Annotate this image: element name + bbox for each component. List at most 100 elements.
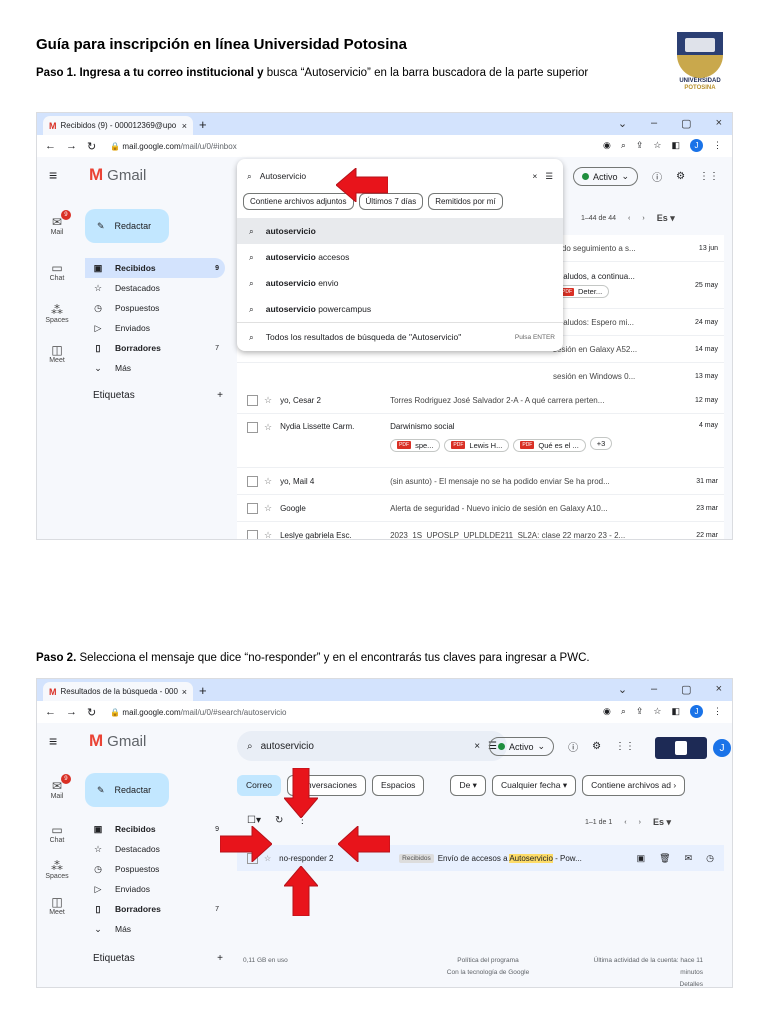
select-all-checkbox-icon[interactable]: ☐▾ (247, 815, 261, 826)
status-button[interactable]: Activo ⌄ (489, 737, 555, 756)
search-suggestion[interactable]: ⌕ autoservicio (237, 218, 563, 244)
maximize-icon[interactable]: ▢ (681, 683, 691, 696)
clear-icon[interactable]: × (474, 741, 480, 752)
archive-icon[interactable]: ▣ (637, 853, 646, 864)
hamburger-icon[interactable]: ≡ (49, 167, 57, 183)
filter-from[interactable]: De ▾ (450, 775, 486, 796)
rail-meet[interactable]: ◫ Meet (39, 343, 75, 364)
row-checkbox[interactable] (247, 502, 258, 514)
gmail-logo[interactable]: M Gmail (89, 731, 146, 751)
nav-starred[interactable]: ☆ Destacados (85, 278, 225, 298)
attachment-chip[interactable]: PDF spe... (390, 438, 441, 452)
all-results-option[interactable]: ⌕ Todos los resultados de búsqueda de "Au… (237, 322, 563, 351)
next-page-icon[interactable]: › (642, 215, 644, 222)
nav-more[interactable]: ⌄ Más (85, 919, 225, 939)
nav-sent[interactable]: ▷ Enviados (85, 879, 225, 899)
prev-page-icon[interactable]: ‹ (624, 819, 626, 826)
inbox-tag[interactable]: Recibidos (399, 853, 434, 863)
menu-dots-icon[interactable]: ⋮ (713, 706, 722, 717)
minimize-icon[interactable]: – (651, 117, 657, 130)
chevron-down-icon[interactable]: ⌄ (618, 683, 627, 696)
prev-page-icon[interactable]: ‹ (628, 215, 630, 222)
minimize-icon[interactable]: – (651, 683, 657, 696)
search-icon[interactable]: ⌕ (247, 741, 253, 752)
eye-icon[interactable]: ◉ (603, 706, 611, 717)
star-icon[interactable]: ☆ (264, 422, 272, 433)
search-input[interactable]: autoservicio (261, 741, 467, 752)
gmail-logo[interactable]: M Gmail (89, 165, 146, 185)
rail-chat[interactable]: ▭ Chat (39, 823, 75, 844)
nav-more[interactable]: ⌄ Más (85, 358, 225, 378)
table-row[interactable]: ☆ yo, Cesar 2 Torres Rodriguez José Salvad… (237, 387, 724, 414)
language-select[interactable]: Es ▾ (657, 213, 675, 224)
star-icon[interactable]: ☆ (264, 476, 272, 487)
table-row[interactable]: ☆ Leslye gabriela Esc. 2023_1S_UPOSLP_UPLD… (237, 522, 724, 540)
search-input[interactable]: Autoservicio (260, 171, 525, 181)
star-icon[interactable]: ☆ (264, 395, 272, 406)
forward-icon[interactable]: → (66, 706, 77, 719)
rail-chat[interactable]: ▭ Chat (39, 261, 75, 282)
mark-read-icon[interactable]: ✉ (685, 853, 693, 864)
close-window-icon[interactable]: × (716, 683, 722, 696)
nav-snoozed[interactable]: ◷ Pospuestos (85, 298, 225, 318)
more-attachments-chip[interactable]: +3 (589, 437, 613, 450)
back-icon[interactable]: ← (45, 706, 56, 719)
menu-dots-icon[interactable]: ⋮ (713, 140, 722, 151)
compose-button[interactable]: ✎ Redactar (85, 209, 169, 243)
policy-link[interactable]: Política del programa (423, 955, 553, 967)
bookmark-star-icon[interactable]: ☆ (653, 140, 661, 151)
university-badge-icon[interactable] (655, 737, 707, 759)
filter-chip[interactable]: Remitidos por mí (428, 193, 503, 210)
search-options-icon[interactable]: ☰ (545, 171, 553, 182)
eye-icon[interactable]: ◉ (603, 140, 611, 151)
help-icon[interactable]: ⓘ (652, 169, 662, 184)
rail-spaces[interactable]: ⁂ Spaces (39, 859, 75, 880)
add-label-icon[interactable]: + (217, 953, 223, 964)
table-row[interactable]: ☆ yo, Mail 4 (sin asunto) - El mensaje no … (237, 468, 724, 495)
search-suggestion[interactable]: ⌕ autoservicio accesos (237, 244, 563, 270)
forward-icon[interactable]: → (66, 140, 77, 153)
nav-drafts[interactable]: ▯ Borradores 7 (85, 338, 225, 358)
attachment-chip[interactable]: PDF Lewis H... (444, 438, 510, 452)
apps-grid-icon[interactable]: ⋮⋮ (615, 741, 635, 752)
nav-inbox[interactable]: ▣ Recibidos 9 (85, 819, 225, 839)
clear-icon[interactable]: × (532, 171, 537, 181)
url-field[interactable]: 🔒 mail.google.com/mail/u/0/#inbox (110, 142, 236, 151)
new-tab-icon[interactable]: + (199, 117, 207, 132)
rail-meet[interactable]: ◫ Meet (39, 895, 75, 916)
search-suggestion[interactable]: ⌕ autoservicio powercampus (237, 296, 563, 322)
language-select[interactable]: Es ▾ (653, 817, 671, 828)
browser-tab[interactable]: M Resultados de la búsqueda - 000 × (43, 682, 193, 701)
add-label-icon[interactable]: + (217, 390, 223, 401)
gear-icon[interactable]: ⚙ (676, 171, 685, 182)
help-icon[interactable]: ⓘ (568, 739, 578, 754)
compose-button[interactable]: ✎ Redactar (85, 773, 169, 807)
bookmark-star-icon[interactable]: ☆ (653, 706, 661, 717)
profile-avatar-icon[interactable]: J (690, 139, 703, 152)
apps-grid-icon[interactable]: ⋮⋮ (699, 171, 719, 182)
nav-snoozed[interactable]: ◷ Pospuestos (85, 859, 225, 879)
back-icon[interactable]: ← (45, 140, 56, 153)
row-checkbox[interactable] (247, 475, 258, 487)
nav-drafts[interactable]: ▯ Borradores 7 (85, 899, 225, 919)
table-row[interactable]: ☆ Google Alerta de seguridad - Nuevo inici… (237, 495, 724, 522)
nav-starred[interactable]: ☆ Destacados (85, 839, 225, 859)
reload-icon[interactable]: ↻ (275, 815, 283, 826)
share-icon[interactable]: ⇪ (636, 140, 644, 151)
row-checkbox[interactable] (247, 529, 258, 539)
filter-attachments[interactable]: Contiene archivos ad › (582, 775, 686, 796)
row-checkbox[interactable] (247, 422, 258, 433)
gear-icon[interactable]: ⚙ (592, 741, 601, 752)
sidepanel-icon[interactable]: ◧ (671, 706, 680, 717)
row-checkbox[interactable] (247, 394, 258, 406)
reload-icon[interactable]: ↻ (87, 706, 96, 719)
trash-icon[interactable]: 🗑 (659, 853, 670, 864)
filter-date[interactable]: Cualquier fecha ▾ (491, 775, 577, 796)
rail-spaces[interactable]: ⁂ Spaces (39, 303, 75, 324)
tab-spaces[interactable]: Espacios (371, 775, 425, 796)
table-row[interactable]: ☆ Nydia Lissette Carm. Darwinismo social … (237, 414, 724, 468)
chevron-down-icon[interactable]: ⌄ (618, 117, 627, 130)
sidepanel-icon[interactable]: ◧ (671, 140, 680, 151)
star-icon[interactable]: ☆ (264, 530, 272, 540)
close-window-icon[interactable]: × (716, 117, 722, 130)
